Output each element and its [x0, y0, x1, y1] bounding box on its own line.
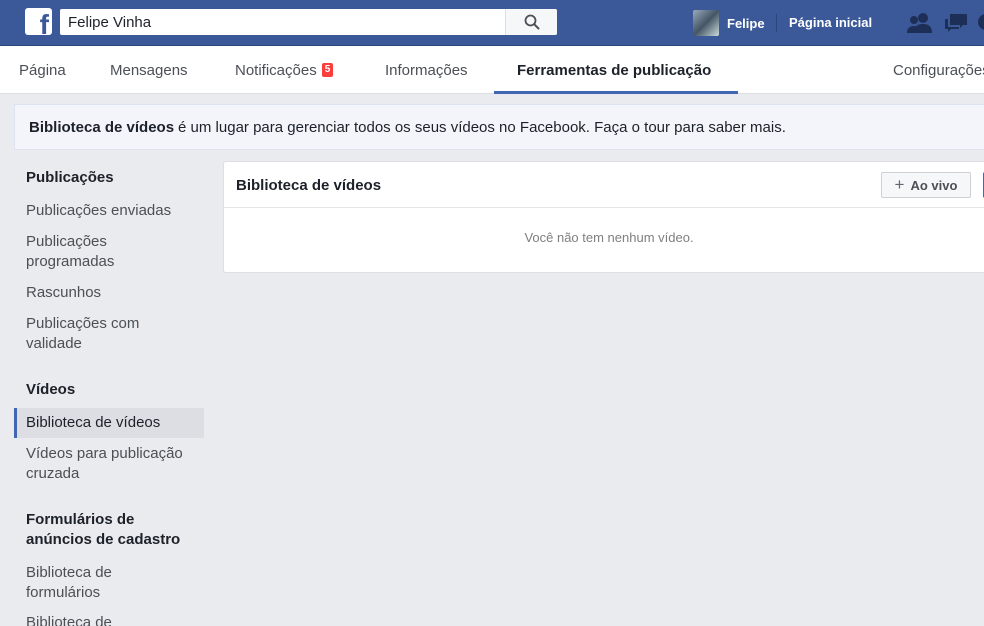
- tab-configuracoes[interactable]: Configurações: [893, 46, 984, 94]
- search-button[interactable]: [505, 9, 557, 35]
- sidebar-item-publicacoes-enviadas[interactable]: Publicações enviadas: [26, 201, 196, 221]
- search-icon: [524, 14, 539, 30]
- sidebar-item-publicacoes-programadas[interactable]: Publicações programadas: [26, 232, 146, 272]
- home-link[interactable]: Página inicial: [789, 15, 872, 30]
- banner-title: Biblioteca de vídeos: [29, 118, 175, 136]
- user-name: Felipe: [727, 15, 765, 31]
- sidebar-item-publicacoes-com-validade[interactable]: Publicações com validade: [26, 314, 166, 354]
- card-header: Biblioteca de vídeos + Ao vivo: [224, 162, 984, 208]
- sidebar-item-videos-publicacao-cruzada[interactable]: Vídeos para publicação cruzada: [26, 444, 201, 484]
- tab-notificacoes[interactable]: Notificações 5: [235, 46, 334, 94]
- sidebar-item-biblioteca-de-videos[interactable]: Biblioteca de vídeos: [14, 408, 204, 438]
- page-nav: Página Mensagens Notificações 5 Informaç…: [0, 46, 984, 94]
- live-button-label: Ao vivo: [910, 177, 958, 193]
- tab-label: Ferramentas de publicação: [517, 61, 712, 79]
- plus-icon: +: [894, 175, 905, 194]
- profile-link[interactable]: Felipe: [693, 9, 765, 37]
- banner-text[interactable]: é um lugar para gerenciar todos os seus …: [178, 119, 786, 136]
- avatar: [693, 10, 719, 36]
- friend-requests-icon[interactable]: [906, 12, 934, 34]
- tab-mensagens[interactable]: Mensagens: [110, 46, 188, 94]
- tab-ferramentas-de-publicacao[interactable]: Ferramentas de publicação: [517, 46, 711, 94]
- video-library-card: Biblioteca de vídeos + Ao vivo Você não …: [223, 161, 984, 273]
- tab-label: Informações: [385, 61, 468, 79]
- sidebar-heading-publicacoes: Publicações: [26, 169, 114, 186]
- sidebar-item-rascunhos[interactable]: Rascunhos: [26, 283, 196, 303]
- notifications-icon[interactable]: [978, 14, 984, 30]
- facebook-logo-icon[interactable]: f: [25, 8, 52, 35]
- tab-label: Página: [19, 61, 66, 79]
- sidebar-item-biblioteca-de[interactable]: Biblioteca de: [26, 613, 196, 626]
- sidebar-heading-formularios: Formulários de anúncios de cadastro: [26, 511, 181, 548]
- active-tab-indicator: [494, 91, 738, 94]
- search-box: [60, 9, 557, 35]
- sidebar-item-biblioteca-de-formularios[interactable]: Biblioteca de formulários: [26, 563, 136, 603]
- live-button[interactable]: + Ao vivo: [881, 172, 971, 198]
- tab-label: Mensagens: [110, 61, 188, 79]
- empty-state-message: Você não tem nenhum vídeo.: [524, 230, 694, 245]
- notification-count-badge: 5: [321, 63, 334, 77]
- top-bar: f Felipe Página inicial: [0, 0, 984, 46]
- divider: [776, 14, 777, 32]
- info-banner: Biblioteca de vídeos é um lugar para ger…: [14, 104, 984, 150]
- tab-pagina[interactable]: Página: [19, 46, 66, 94]
- tab-label: Notificações: [235, 61, 317, 79]
- messages-icon[interactable]: [943, 12, 969, 34]
- search-input[interactable]: [60, 10, 500, 34]
- tab-label: Configurações: [893, 61, 984, 79]
- sidebar-heading-videos: Vídeos: [26, 381, 76, 398]
- tab-informacoes[interactable]: Informações: [385, 46, 468, 94]
- card-title: Biblioteca de vídeos: [236, 177, 382, 194]
